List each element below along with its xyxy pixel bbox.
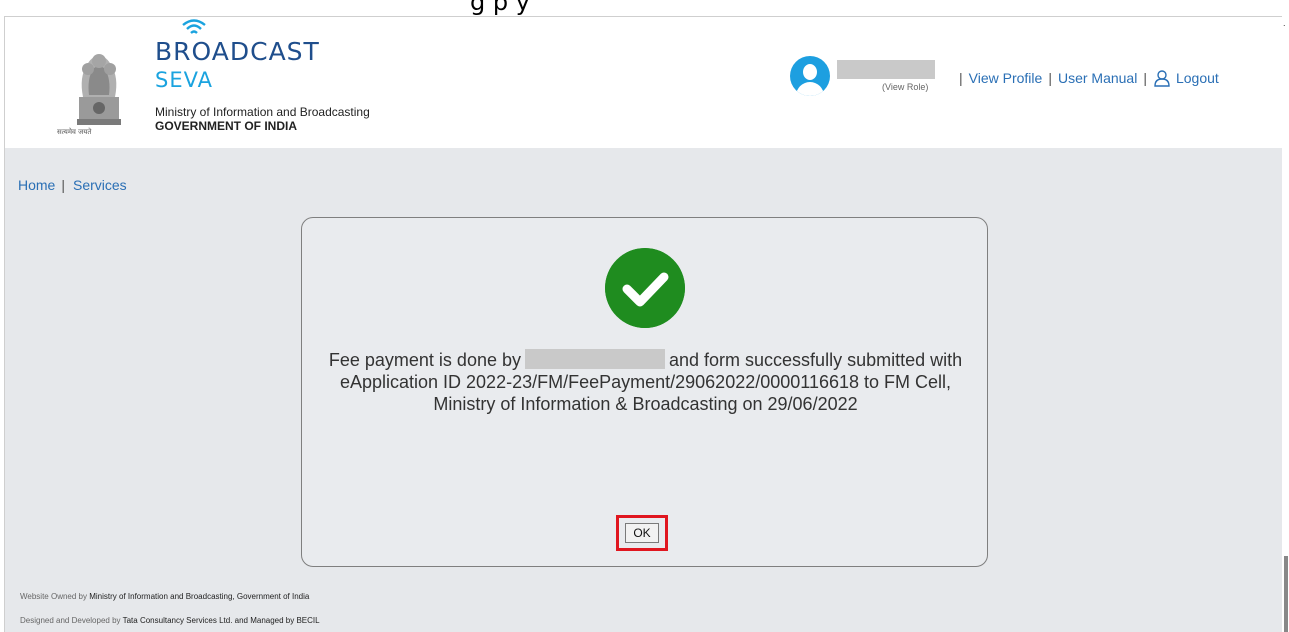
user-manual-link[interactable]: User Manual bbox=[1058, 70, 1137, 86]
breadcrumb-home[interactable]: Home bbox=[18, 177, 55, 193]
scrollbar-thumb[interactable] bbox=[1284, 556, 1288, 632]
footer-ownership: Website Owned by Ministry of Information… bbox=[20, 592, 309, 601]
success-check-icon bbox=[605, 248, 685, 328]
national-emblem-icon bbox=[77, 54, 121, 125]
vertical-scrollbar[interactable]: . bbox=[1282, 16, 1289, 632]
scrollbar-marker: . bbox=[1283, 18, 1286, 28]
link-separator: | bbox=[1143, 70, 1147, 86]
breadcrumb: Home | Services bbox=[18, 177, 127, 193]
breadcrumb-separator: | bbox=[61, 177, 65, 193]
message-line-1: Fee payment is done by and form successfu… bbox=[302, 349, 989, 371]
link-separator: | bbox=[959, 70, 963, 86]
site-header: सत्यमेव जयते BROADCAST SEVA Ministry of … bbox=[5, 17, 1282, 148]
breadcrumb-services[interactable]: Services bbox=[73, 177, 127, 193]
message-text: Fee payment is done by bbox=[328, 350, 521, 370]
footer-designed-prefix: Designed and Developed by bbox=[20, 616, 121, 625]
browser-viewport: सत्यमेव जयते BROADCAST SEVA Ministry of … bbox=[4, 16, 1282, 632]
payer-name-redacted bbox=[525, 349, 665, 369]
ok-button[interactable]: OK bbox=[625, 523, 659, 543]
top-strip: g p y bbox=[0, 0, 1289, 16]
brand-subtitle: SEVA bbox=[155, 68, 213, 92]
message-line-2: eApplication ID 2022-23/FM/FeePayment/29… bbox=[339, 372, 952, 392]
cropped-caption: g p y bbox=[470, 0, 530, 16]
footer-developer: Designed and Developed by Tata Consultan… bbox=[20, 616, 320, 625]
user-avatar-icon[interactable] bbox=[790, 56, 830, 96]
link-separator: | bbox=[1048, 70, 1052, 86]
ok-button-highlight: OK bbox=[616, 515, 668, 551]
message-line-3: Ministry of Information & Broadcasting o… bbox=[433, 394, 858, 414]
footer-owned-prefix: Website Owned by bbox=[20, 592, 87, 601]
emblem-motto: सत्यमेव जयते bbox=[57, 128, 92, 136]
view-role-link[interactable]: (View Role) bbox=[882, 82, 928, 92]
government-name: GOVERNMENT OF INDIA bbox=[155, 119, 298, 133]
success-message: Fee payment is done by and form successfu… bbox=[302, 349, 989, 415]
brand-title: BROADCAST bbox=[155, 37, 320, 66]
footer-developer-link[interactable]: Tata Consultancy Services Ltd. and Manag… bbox=[123, 616, 320, 625]
ministry-name: Ministry of Information and Broadcasting bbox=[155, 105, 370, 119]
wifi-signal-icon bbox=[182, 19, 206, 34]
user-outline-icon[interactable] bbox=[1153, 69, 1171, 87]
user-links: | View Profile | User Manual | Logout bbox=[953, 69, 1219, 87]
view-profile-link[interactable]: View Profile bbox=[969, 70, 1043, 86]
footer-owner-link[interactable]: Ministry of Information and Broadcasting… bbox=[89, 592, 309, 601]
message-text: and form successfully submitted with bbox=[669, 350, 963, 370]
logout-link[interactable]: Logout bbox=[1176, 70, 1219, 86]
username-redacted bbox=[837, 60, 935, 79]
success-dialog: Fee payment is done by and form successfu… bbox=[301, 217, 988, 567]
